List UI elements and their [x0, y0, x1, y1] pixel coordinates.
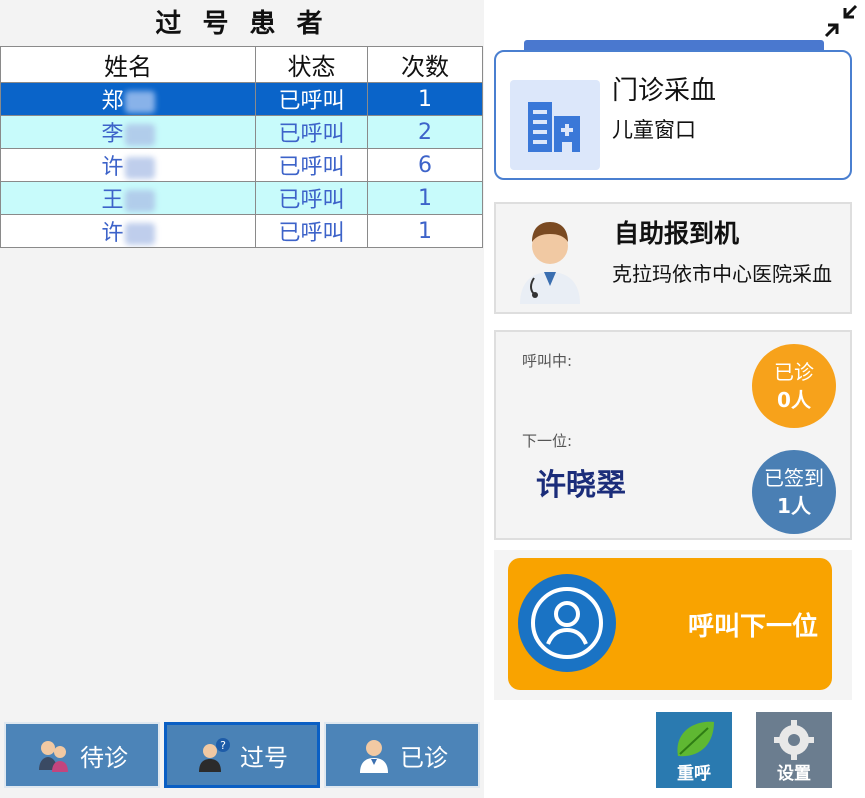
collapse-icon[interactable]: [823, 3, 859, 39]
tab-seen[interactable]: 已诊: [324, 722, 480, 788]
column-header-name: 姓名: [0, 46, 256, 83]
patient-name-cell: 许: [0, 148, 256, 182]
redacted-name: [124, 157, 155, 179]
missed-patient-icon: ?: [196, 737, 232, 773]
call-next-area: 呼叫下一位: [494, 550, 852, 700]
station-subtitle: 克拉玛依市中心医院采血: [612, 262, 832, 286]
table-row[interactable]: 王 已呼叫 1: [0, 181, 483, 215]
settings-button[interactable]: 设置: [756, 712, 832, 788]
status-cell: 已呼叫: [255, 214, 368, 248]
table-row[interactable]: 许 已呼叫 1: [0, 214, 483, 248]
settings-label: 设置: [777, 764, 811, 784]
user-circle-icon: [518, 574, 616, 672]
status-cell: 已呼叫: [255, 82, 368, 116]
recall-button[interactable]: 重呼: [656, 712, 732, 788]
redacted-name: [124, 91, 155, 113]
seen-count-badge: 已诊 0人: [752, 344, 836, 428]
patient-name-cell: 李: [0, 115, 256, 149]
checked-in-count-badge: 已签到 1人: [752, 450, 836, 534]
window-name: 儿童窗口: [612, 118, 696, 142]
gear-icon: [774, 720, 814, 760]
tab-label: 过号: [240, 743, 288, 772]
table-header-row: 姓名 状态 次数: [0, 46, 483, 83]
call-next-button[interactable]: 呼叫下一位: [508, 558, 832, 690]
doctor-icon: [356, 737, 392, 773]
call-next-label: 呼叫下一位: [687, 612, 818, 642]
svg-text:?: ?: [220, 739, 226, 752]
count-cell: 6: [367, 148, 483, 182]
department-name: 门诊采血: [612, 76, 717, 106]
station-card: 自助报到机 克拉玛依市中心医院采血: [494, 202, 852, 314]
table-row[interactable]: 李 已呼叫 2: [0, 115, 483, 149]
count-cell: 1: [367, 214, 483, 248]
redacted-name: [124, 190, 155, 212]
table-row[interactable]: 许 已呼叫 6: [0, 148, 483, 182]
leaf-icon: [677, 721, 714, 757]
patients-icon: [36, 737, 72, 773]
table-row[interactable]: 郑 已呼叫 1: [0, 82, 483, 116]
call-control-panel: 门诊采血 儿童窗口 自助报到机 克拉玛依市中心医院采血 呼叫中: 下一位: 许晓…: [484, 0, 865, 798]
patient-name-cell: 许: [0, 214, 256, 248]
recall-label: 重呼: [677, 764, 711, 784]
doctor-avatar-icon: [510, 212, 590, 304]
patient-name-cell: 郑: [0, 82, 256, 116]
missed-patients-table: 姓名 状态 次数 郑 已呼叫 1 李 已呼叫 2 许 已呼叫 6 王 已呼叫 1…: [0, 46, 483, 248]
tab-waiting[interactable]: 待诊: [4, 722, 160, 788]
queue-status-card: 呼叫中: 下一位: 许晓翠 已诊 0人 已签到 1人: [494, 330, 852, 540]
count-cell: 1: [367, 82, 483, 116]
column-header-count: 次数: [367, 46, 483, 83]
calling-label: 呼叫中:: [522, 352, 573, 370]
redacted-name: [124, 223, 155, 245]
next-label: 下一位:: [522, 432, 573, 450]
tab-label: 待诊: [80, 743, 128, 772]
tab-missed[interactable]: ? 过号: [164, 722, 320, 788]
tab-label: 已诊: [400, 743, 448, 772]
missed-patients-panel: 过 号 患 者 姓名 状态 次数 郑 已呼叫 1 李 已呼叫 2 许 已呼叫 6…: [0, 0, 484, 798]
count-cell: 2: [367, 115, 483, 149]
count-cell: 1: [367, 181, 483, 215]
status-cell: 已呼叫: [255, 148, 368, 182]
hospital-icon: [510, 80, 600, 170]
status-cell: 已呼叫: [255, 181, 368, 215]
department-card: 门诊采血 儿童窗口: [494, 50, 852, 180]
column-header-status: 状态: [255, 46, 368, 83]
station-title: 自助报到机: [614, 219, 740, 248]
next-patient-name: 许晓翠: [536, 468, 626, 503]
status-cell: 已呼叫: [255, 115, 368, 149]
bottom-tab-bar: 待诊 ? 过号 已诊: [0, 720, 484, 790]
patient-name-cell: 王: [0, 181, 256, 215]
panel-title: 过 号 患 者: [0, 0, 484, 46]
redacted-name: [124, 124, 155, 146]
